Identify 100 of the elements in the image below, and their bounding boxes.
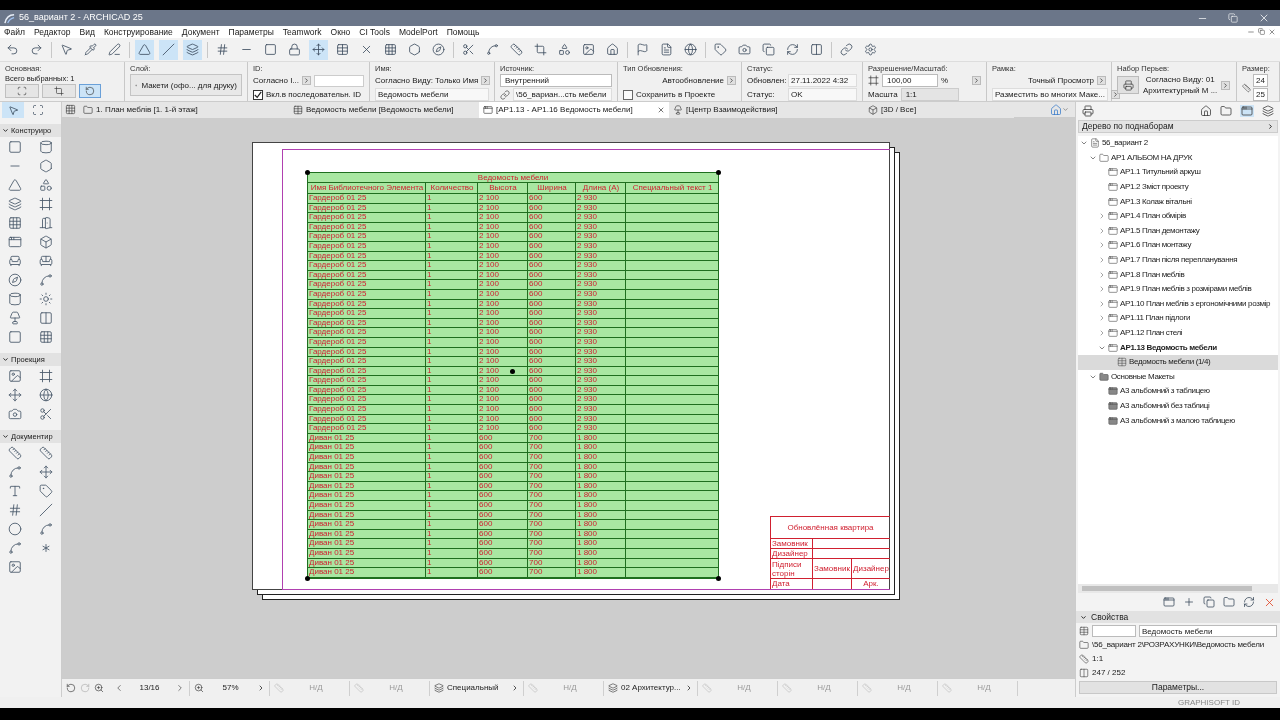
tree-item[interactable]: АР1.9 План меблів з розмірами меблів [1078, 281, 1278, 297]
tree-item[interactable]: АР1.7 План після перепланування [1078, 252, 1278, 268]
table-cell: 2 930 [576, 222, 626, 232]
tree-item[interactable]: АР1.10 План меблів з ергономічними розмір [1078, 296, 1278, 312]
table-cell: Диван 01 25 [308, 520, 426, 529]
table-cell: 2 930 [576, 289, 626, 299]
status-dropdown[interactable]: 02 Архитектур... [621, 682, 681, 694]
menu-item[interactable]: Teamwork [282, 27, 322, 37]
tree-item[interactable]: А3 альбомний з таблицею [1078, 384, 1278, 399]
pen-count: 247 / 252 [1092, 667, 1126, 679]
value-field[interactable]: Согласно Виду: Только Имя [375, 75, 479, 86]
tree-item[interactable]: АР1.4 План обмірів [1078, 208, 1278, 224]
title-block-label: Замовник [813, 559, 852, 578]
scale-dropdown[interactable]: 1:1 [900, 88, 959, 101]
tree-item[interactable]: АР1.3 Колаж вітальні [1078, 194, 1278, 209]
value-field[interactable]: \56_вариан...сть мебели [513, 88, 612, 101]
tree-item[interactable]: Основные Макеты [1078, 369, 1278, 385]
table-cell: 2 930 [576, 232, 626, 241]
menu-item[interactable]: ModelPort [398, 27, 438, 37]
value-field[interactable]: Разместить во многих Маке... [992, 88, 1108, 101]
table-cell: 600 [528, 357, 576, 366]
menu-item[interactable]: CI Tools [359, 27, 390, 37]
table-cell: 1 [426, 222, 478, 232]
tree-item[interactable]: Ведомость мебели (1/4) [1078, 354, 1278, 370]
zoom-level[interactable]: 57% [207, 682, 254, 694]
menu-item[interactable]: Документ [181, 27, 220, 37]
status-dropdown[interactable]: Специальный [447, 682, 499, 694]
field-label: Статус: [747, 89, 776, 100]
value-text: Автообновление [662, 75, 724, 86]
table-cell: 2 930 [576, 366, 626, 376]
height-field[interactable]: 25 [1253, 88, 1268, 101]
checkbox-label: Сохранить в Проекте [636, 89, 716, 100]
table-cell: Диван 01 25 [308, 443, 426, 453]
tree-item[interactable]: 56_вариант 2 [1078, 136, 1278, 151]
table-cell: 2 100 [478, 309, 528, 318]
table-cell: Диван 01 25 [308, 529, 426, 539]
tree-item[interactable]: А3 альбомний з малою таблицею [1078, 413, 1278, 428]
table-cell: 600 [528, 318, 576, 328]
tree-item[interactable]: АР1 АЛЬБОМ НА ДРУК [1078, 150, 1278, 166]
menu-item[interactable]: Конструирование [103, 27, 173, 37]
table-cell: 1 [426, 194, 478, 203]
table-cell: 1 [426, 261, 478, 270]
table-cell: 1 [426, 520, 478, 529]
width-field[interactable]: 24 [1253, 74, 1268, 87]
value-text: Архитектурный М ... [1143, 85, 1218, 96]
menu-item[interactable]: Редактор [33, 27, 71, 37]
table-cell: 1 [426, 558, 478, 568]
table-cell: Гардероб 01 25 [308, 385, 426, 395]
tree-item[interactable]: АР1.11 План підлоги [1078, 311, 1278, 326]
page-counter[interactable]: 13/16 [127, 682, 172, 694]
table-cell: 1 [426, 405, 478, 414]
table-cell: 2 100 [478, 203, 528, 213]
table-title: Ведомость мебели [308, 173, 718, 183]
menu-item[interactable]: Помощь [446, 27, 480, 37]
name-field[interactable]: Ведомость мебели [1139, 625, 1277, 637]
menu-item[interactable]: Окно [330, 27, 351, 37]
table-cell: 1 800 [576, 558, 626, 568]
title-block-label: Дата [771, 579, 813, 589]
table-cell: 2 100 [478, 385, 528, 395]
table-cell: 1 800 [576, 481, 626, 491]
table-cell: 600 [478, 558, 528, 568]
table-cell: Диван 01 25 [308, 548, 426, 558]
table-cell: 600 [478, 548, 528, 558]
table-cell: 1 [426, 462, 478, 472]
table-cell: 700 [528, 443, 576, 453]
menu-item[interactable]: Параметры [228, 27, 274, 37]
table-cell: 600 [528, 366, 576, 376]
tree-item[interactable]: АР1.1 Титульний аркуш [1078, 165, 1278, 180]
value-field[interactable]: Внутренний [500, 74, 612, 87]
table-cell: 600 [478, 462, 528, 472]
resolution-field[interactable]: 100,00 [882, 74, 938, 87]
view-dropdown[interactable]: Дерево по поднаборам [1078, 120, 1278, 133]
table-cell: 600 [478, 529, 528, 539]
properties-header[interactable]: Свойства [1076, 611, 1280, 623]
table-cell: 1 800 [576, 568, 626, 577]
table-cell: 2 100 [478, 261, 528, 270]
menu-item[interactable]: Файл [4, 27, 25, 37]
column-header: Длина (A) [576, 183, 626, 193]
tree-item[interactable]: АР1.12 План стелі [1078, 325, 1278, 341]
tree-item[interactable]: АР1.8 План меблів [1078, 267, 1278, 282]
tree-item[interactable]: АР1.2 Зміст проекту [1078, 179, 1278, 195]
table-cell: 1 [426, 203, 478, 213]
value-field[interactable]: Точный Просмотр [992, 75, 1094, 86]
table-cell: Гардероб 01 25 [308, 424, 426, 433]
menu-item[interactable]: Вид [79, 27, 95, 37]
table-cell: Гардероб 01 25 [308, 376, 426, 385]
parameters-button[interactable]: Параметры... [1079, 681, 1277, 694]
tree-item[interactable]: АР1.6 План монтажу [1078, 238, 1278, 253]
table-cell: 1 800 [576, 501, 626, 510]
value-field[interactable]: Ведомость мебели [375, 88, 489, 101]
table-cell: 2 930 [576, 424, 626, 433]
table-cell: 700 [528, 548, 576, 558]
layer-dropdown[interactable]: Макети (офо... для друку) [130, 74, 242, 96]
table-cell: 1 [426, 510, 478, 520]
table-cell: 1 [426, 299, 478, 309]
table-cell: 2 930 [576, 347, 626, 357]
tree-item[interactable]: АР1.13 Ведомость мебели [1078, 340, 1278, 355]
value-field: 27.11.2022 4:32 [788, 74, 857, 87]
tree-item[interactable]: А3 альбомний без таблиці [1078, 398, 1278, 414]
tree-item[interactable]: АР1.5 План демонтажу [1078, 223, 1278, 239]
